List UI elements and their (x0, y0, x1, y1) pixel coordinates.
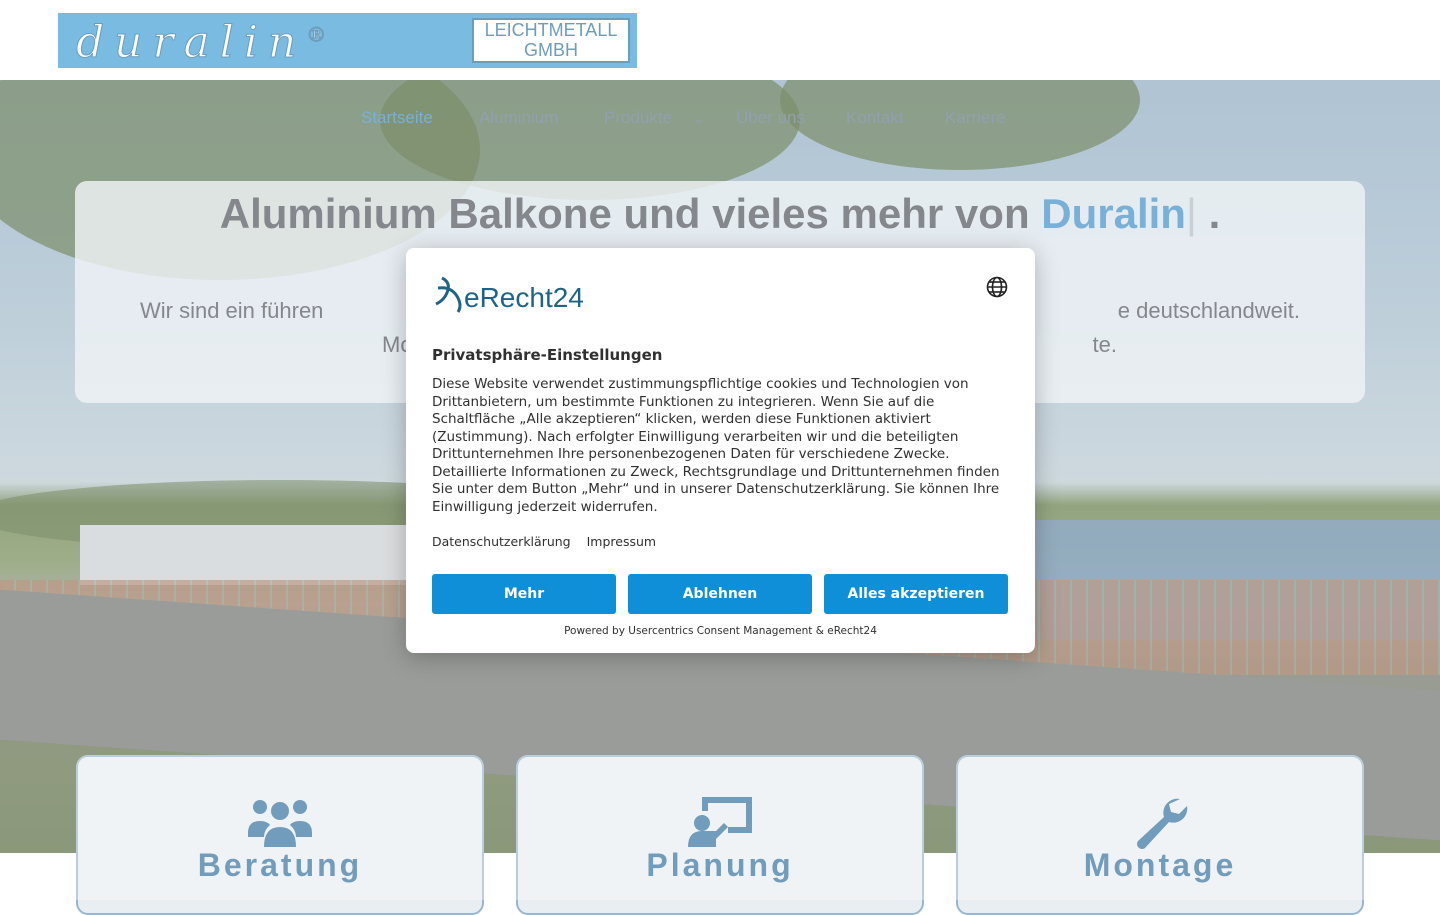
accept-all-button[interactable]: Alles akzeptieren (824, 574, 1008, 614)
imprint-link[interactable]: Impressum (587, 534, 656, 549)
consent-body-text: Diese Website verwendet zustimmungspflic… (432, 376, 1000, 515)
consent-links: Datenschutzerklärung Impressum (432, 534, 668, 549)
more-button[interactable]: Mehr (432, 574, 616, 614)
powered-by-text: Powered by Usercentrics Consent Manageme… (564, 625, 877, 637)
globe-icon[interactable] (986, 276, 1008, 298)
privacy-policy-link[interactable]: Datenschutzerklärung (432, 534, 571, 549)
consent-title: Privatsphäre-Einstellungen (432, 346, 663, 364)
cookie-consent-dialog: eRecht24 Privatsphäre-Einstellungen Dies… (406, 248, 1035, 653)
erecht24-logo-text: eRecht24 (464, 282, 584, 313)
decline-button[interactable]: Ablehnen (628, 574, 812, 614)
